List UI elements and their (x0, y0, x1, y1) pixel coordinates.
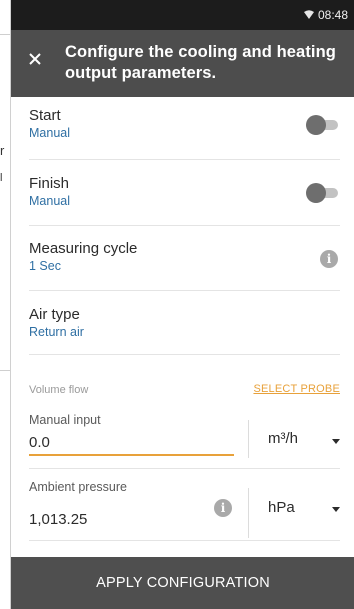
background-text-fragment: l (0, 172, 3, 184)
setting-label: Measuring cycle (29, 240, 138, 257)
select-probe-link[interactable]: SELECT PROBE (253, 383, 340, 395)
ambient-pressure-label: Ambient pressure (29, 480, 127, 494)
background-text-fragment: r (0, 143, 5, 158)
setting-air-type[interactable]: Air type Return air (29, 306, 340, 346)
chevron-down-icon[interactable] (332, 439, 340, 444)
background-screen: r l (0, 0, 10, 609)
close-icon[interactable] (25, 49, 45, 69)
setting-value: Return air (29, 325, 84, 339)
dialog-title: Configure the cooling and heating output… (65, 43, 336, 82)
divider (29, 468, 340, 469)
start-toggle[interactable] (306, 115, 340, 135)
setting-start[interactable]: Start Manual (29, 107, 340, 147)
chevron-down-icon[interactable] (332, 507, 340, 512)
manual-input-label: Manual input (29, 413, 101, 427)
toggle-knob (306, 115, 326, 135)
divider (29, 290, 340, 291)
setting-value: 1 Sec (29, 259, 61, 273)
manual-input-underline (29, 454, 234, 456)
status-time: 08:48 (317, 8, 348, 22)
finish-toggle[interactable] (306, 183, 340, 203)
status-bar: 08:48 (11, 0, 354, 30)
ambient-pressure-field[interactable] (29, 509, 199, 529)
divider (29, 159, 340, 160)
info-icon[interactable]: i (214, 499, 232, 517)
setting-label: Start (29, 107, 61, 124)
setting-measuring-cycle[interactable]: Measuring cycle 1 Sec i (29, 240, 340, 280)
background-divider (0, 370, 10, 371)
setting-label: Finish (29, 175, 70, 192)
background-divider (0, 34, 10, 35)
volume-flow-label: Volume flow (29, 384, 89, 396)
setting-value: Manual (29, 194, 70, 208)
manual-input-unit-select[interactable]: m³/h (268, 430, 298, 447)
toggle-knob (306, 183, 326, 203)
unit-separator (248, 420, 249, 458)
setting-finish[interactable]: Finish Manual (29, 175, 340, 215)
configuration-dialog: 08:48 Configure the cooling and heating … (10, 0, 354, 609)
dialog-header: Configure the cooling and heating output… (11, 30, 354, 97)
wifi-icon (303, 10, 314, 19)
unit-separator (248, 488, 249, 538)
setting-value: Manual (29, 126, 70, 140)
manual-input-field[interactable] (29, 432, 234, 452)
ambient-pressure-unit-select[interactable]: hPa (268, 499, 295, 516)
divider (29, 354, 340, 355)
apply-configuration-button[interactable]: APPLY CONFIGURATION (11, 557, 354, 609)
info-icon[interactable]: i (320, 250, 338, 268)
divider (29, 540, 340, 541)
setting-label: Air type (29, 306, 80, 323)
divider (29, 225, 340, 226)
